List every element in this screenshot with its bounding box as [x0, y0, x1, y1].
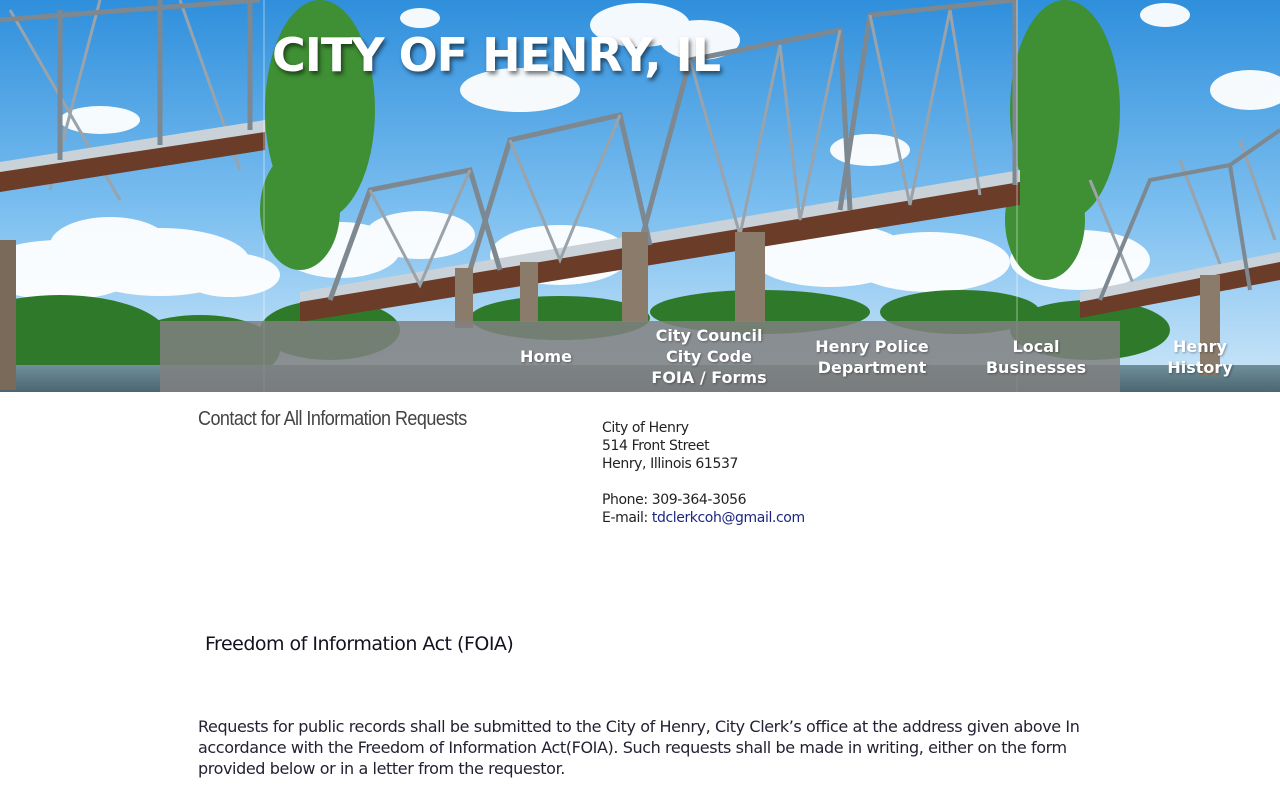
- foia-heading: Freedom of Information Act (FOIA): [205, 633, 514, 655]
- main-navigation: Home City Council City Code FOIA / Forms…: [160, 321, 1233, 392]
- nav-item-history-label-line1: Henry: [1173, 336, 1227, 356]
- nav-item-local-businesses[interactable]: Local Businesses: [976, 321, 1096, 392]
- nav-item-city-council[interactable]: City Council City Code FOIA / Forms: [640, 321, 778, 392]
- phone-number: Phone: 309-364-3056: [602, 492, 747, 508]
- page: CITY OF HENRY, IL Home City Council City…: [0, 0, 1280, 800]
- email-link[interactable]: tdclerkcoh@gmail.com: [652, 510, 805, 526]
- email-line: E-mail: tdclerkcoh@gmail.com: [602, 509, 805, 527]
- nav-item-history-label-line2: History: [1167, 357, 1233, 377]
- header-banner: CITY OF HENRY, IL Home City Council City…: [0, 0, 1280, 392]
- street-address: 514 Front Street: [602, 438, 710, 454]
- org-name: City of Henry: [602, 420, 689, 436]
- nav-item-henry-history[interactable]: Henry History: [1160, 321, 1240, 392]
- foia-description: Requests for public records shall be sub…: [198, 717, 1080, 778]
- city-state-zip: Henry, Illinois 61537: [602, 456, 738, 472]
- nav-item-home-label: Home: [520, 347, 572, 366]
- nav-item-police-label-line1: Henry Police: [815, 336, 929, 356]
- nav-item-home[interactable]: Home: [500, 321, 592, 392]
- nav-item-police-label-line2: Department: [817, 357, 927, 377]
- email-label: E-mail:: [602, 510, 652, 526]
- contact-heading: Contact for All Information Requests: [198, 408, 467, 430]
- nav-item-business-label-line2: Businesses: [985, 357, 1087, 377]
- address-block: City of Henry 514 Front Street Henry, Il…: [602, 419, 805, 527]
- nav-item-city-council-label: City Council: [655, 326, 763, 345]
- site-title: CITY OF HENRY, IL: [272, 28, 721, 82]
- nav-item-police-department[interactable]: Henry Police Department: [810, 321, 934, 392]
- nav-item-foia-forms-label: FOIA / Forms: [651, 368, 767, 387]
- nav-item-city-code-label: City Code: [666, 347, 752, 366]
- nav-item-business-label-line1: Local: [1012, 336, 1060, 356]
